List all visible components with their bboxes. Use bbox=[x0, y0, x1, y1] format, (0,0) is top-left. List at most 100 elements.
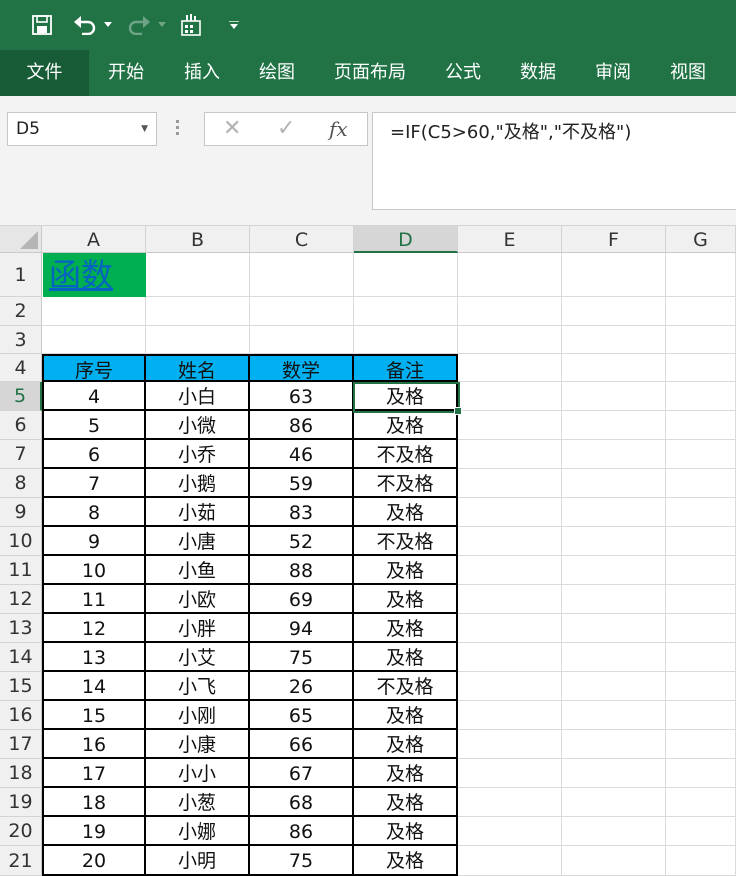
customize-qat-icon[interactable] bbox=[226, 9, 242, 41]
cell-f15[interactable] bbox=[562, 672, 666, 701]
undo-icon[interactable] bbox=[70, 9, 100, 41]
cell-g21[interactable] bbox=[666, 846, 736, 876]
cell-f17[interactable] bbox=[562, 730, 666, 759]
cell-f20[interactable] bbox=[562, 817, 666, 846]
column-header-b[interactable]: B bbox=[146, 226, 250, 253]
cell-f1[interactable] bbox=[562, 253, 666, 297]
cell-a3[interactable] bbox=[42, 326, 146, 354]
table-cell[interactable]: 9 bbox=[42, 527, 146, 556]
cell-g2[interactable] bbox=[666, 297, 736, 326]
table-cell[interactable]: 及格 bbox=[354, 788, 458, 817]
table-cell[interactable]: 66 bbox=[250, 730, 354, 759]
table-cell[interactable]: 小鱼 bbox=[146, 556, 250, 585]
tab-draw[interactable]: 绘图 bbox=[244, 50, 310, 96]
table-cell[interactable]: 13 bbox=[42, 643, 146, 672]
table-cell[interactable]: 小飞 bbox=[146, 672, 250, 701]
cell-g9[interactable] bbox=[666, 498, 736, 527]
table-cell[interactable]: 及格 bbox=[354, 817, 458, 846]
cell-f7[interactable] bbox=[562, 440, 666, 469]
cell-f13[interactable] bbox=[562, 614, 666, 643]
cell-c1[interactable] bbox=[250, 253, 354, 297]
cell-e7[interactable] bbox=[458, 440, 562, 469]
table-cell[interactable]: 16 bbox=[42, 730, 146, 759]
cell-f19[interactable] bbox=[562, 788, 666, 817]
table-cell[interactable]: 及格 bbox=[354, 585, 458, 614]
cell-e6[interactable] bbox=[458, 411, 562, 440]
table-cell[interactable]: 小明 bbox=[146, 846, 250, 876]
table-header-cell[interactable]: 姓名 bbox=[146, 354, 250, 382]
cell-f2[interactable] bbox=[562, 297, 666, 326]
table-cell[interactable]: 小乔 bbox=[146, 440, 250, 469]
row-header-2[interactable]: 2 bbox=[0, 297, 42, 326]
row-header-1[interactable]: 1 bbox=[0, 253, 42, 297]
cell-e5[interactable] bbox=[458, 382, 562, 411]
row-header-3[interactable]: 3 bbox=[0, 326, 42, 354]
table-cell[interactable]: 6 bbox=[42, 440, 146, 469]
cell-f11[interactable] bbox=[562, 556, 666, 585]
save-icon[interactable] bbox=[28, 9, 56, 41]
row-header-9[interactable]: 9 bbox=[0, 498, 42, 527]
tab-page-layout[interactable]: 页面布局 bbox=[324, 50, 416, 96]
cell-f6[interactable] bbox=[562, 411, 666, 440]
table-header-cell[interactable]: 备注 bbox=[354, 354, 458, 382]
fill-handle[interactable] bbox=[454, 407, 462, 415]
cell-e10[interactable] bbox=[458, 527, 562, 556]
name-box[interactable]: D5 ▼ bbox=[7, 112, 157, 146]
table-header-cell[interactable]: 序号 bbox=[42, 354, 146, 382]
cell-e1[interactable] bbox=[458, 253, 562, 297]
cell-d2[interactable] bbox=[354, 297, 458, 326]
cell-e16[interactable] bbox=[458, 701, 562, 730]
cell-e13[interactable] bbox=[458, 614, 562, 643]
cell-d1[interactable] bbox=[354, 253, 458, 297]
table-cell[interactable]: 小鹅 bbox=[146, 469, 250, 498]
cell-g7[interactable] bbox=[666, 440, 736, 469]
cell-g3[interactable] bbox=[666, 326, 736, 354]
table-cell[interactable]: 7 bbox=[42, 469, 146, 498]
table-cell[interactable]: 59 bbox=[250, 469, 354, 498]
row-header-7[interactable]: 7 bbox=[0, 440, 42, 469]
table-cell[interactable]: 小微 bbox=[146, 411, 250, 440]
cell-c3[interactable] bbox=[250, 326, 354, 354]
cell-b3[interactable] bbox=[146, 326, 250, 354]
table-cell[interactable]: 及格 bbox=[354, 759, 458, 788]
cell-e21[interactable] bbox=[458, 846, 562, 876]
row-header-18[interactable]: 18 bbox=[0, 759, 42, 788]
table-cell[interactable]: 15 bbox=[42, 701, 146, 730]
table-cell[interactable]: 小康 bbox=[146, 730, 250, 759]
cell-g8[interactable] bbox=[666, 469, 736, 498]
table-cell[interactable]: 75 bbox=[250, 643, 354, 672]
table-cell[interactable]: 及格 bbox=[354, 498, 458, 527]
table-cell[interactable]: 19 bbox=[42, 817, 146, 846]
cell-g6[interactable] bbox=[666, 411, 736, 440]
row-header-14[interactable]: 14 bbox=[0, 643, 42, 672]
table-cell[interactable]: 14 bbox=[42, 672, 146, 701]
cell-e18[interactable] bbox=[458, 759, 562, 788]
touch-mode-icon[interactable] bbox=[176, 9, 206, 41]
formula-input[interactable]: =IF(C5>60,"及格","不及格") bbox=[372, 112, 736, 210]
table-cell[interactable]: 小唐 bbox=[146, 527, 250, 556]
cell-g5[interactable] bbox=[666, 382, 736, 411]
cell-e4[interactable] bbox=[458, 354, 562, 382]
cell-f16[interactable] bbox=[562, 701, 666, 730]
cell-e3[interactable] bbox=[458, 326, 562, 354]
column-header-d[interactable]: D bbox=[354, 226, 458, 253]
table-cell[interactable]: 小葱 bbox=[146, 788, 250, 817]
row-header-6[interactable]: 6 bbox=[0, 411, 42, 440]
table-cell[interactable]: 及格 bbox=[354, 643, 458, 672]
table-cell[interactable]: 12 bbox=[42, 614, 146, 643]
table-cell[interactable]: 小欧 bbox=[146, 585, 250, 614]
table-cell[interactable]: 不及格 bbox=[354, 527, 458, 556]
column-header-f[interactable]: F bbox=[562, 226, 666, 253]
cell-f5[interactable] bbox=[562, 382, 666, 411]
cell-e8[interactable] bbox=[458, 469, 562, 498]
table-cell[interactable]: 94 bbox=[250, 614, 354, 643]
cell-g12[interactable] bbox=[666, 585, 736, 614]
table-cell[interactable]: 86 bbox=[250, 817, 354, 846]
cell-g19[interactable] bbox=[666, 788, 736, 817]
table-cell[interactable]: 及格 bbox=[354, 411, 458, 440]
table-cell[interactable]: 83 bbox=[250, 498, 354, 527]
cell-f10[interactable] bbox=[562, 527, 666, 556]
drag-handle-icon[interactable] bbox=[176, 120, 180, 138]
table-cell[interactable]: 8 bbox=[42, 498, 146, 527]
cell-g17[interactable] bbox=[666, 730, 736, 759]
